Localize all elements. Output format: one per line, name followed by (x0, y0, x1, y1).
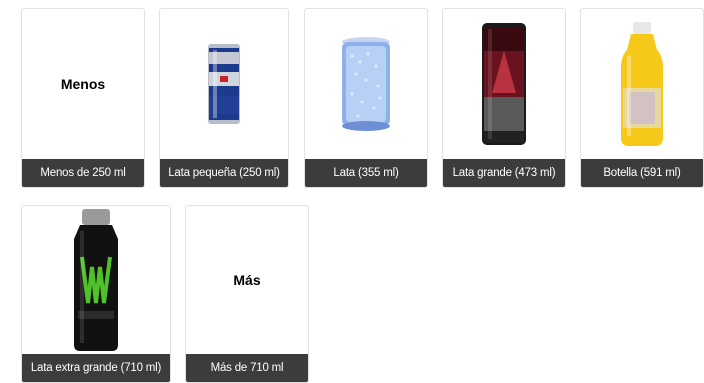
option-image: Menos (22, 9, 144, 159)
option-label: Botella (591 ml) (581, 159, 703, 187)
option-lata-extra-grande[interactable]: Lata extra grande (710 ml) (21, 205, 171, 383)
option-label: Lata grande (473 ml) (443, 159, 565, 187)
option-label: Menos de 250 ml (22, 159, 144, 187)
option-text-menos: Menos (60, 76, 106, 92)
option-label: Lata (355 ml) (305, 159, 427, 187)
option-lata-pequena[interactable]: Lata pequeña (250 ml) (159, 8, 289, 188)
option-image (305, 9, 427, 159)
option-label: Lata extra grande (710 ml) (22, 354, 170, 382)
option-mas-710[interactable]: Más Más de 710 ml (185, 205, 309, 383)
option-image (160, 9, 288, 159)
small-can-icon (208, 44, 240, 124)
option-label: Más de 710 ml (186, 354, 308, 382)
extra-large-can-icon (74, 209, 118, 351)
can-icon (342, 37, 390, 131)
bottle-icon (621, 22, 663, 146)
option-image (581, 9, 703, 159)
option-lata[interactable]: Lata (355 ml) (304, 8, 428, 188)
option-text-mas: Más (233, 272, 261, 288)
option-menos-250[interactable]: Menos Menos de 250 ml (21, 8, 145, 188)
option-botella[interactable]: Botella (591 ml) (580, 8, 704, 188)
large-can-icon (482, 23, 526, 145)
option-image: Más (186, 206, 308, 354)
option-lata-grande[interactable]: Lata grande (473 ml) (442, 8, 566, 188)
option-image (443, 9, 565, 159)
option-label: Lata pequeña (250 ml) (160, 159, 288, 187)
option-image (22, 206, 170, 354)
